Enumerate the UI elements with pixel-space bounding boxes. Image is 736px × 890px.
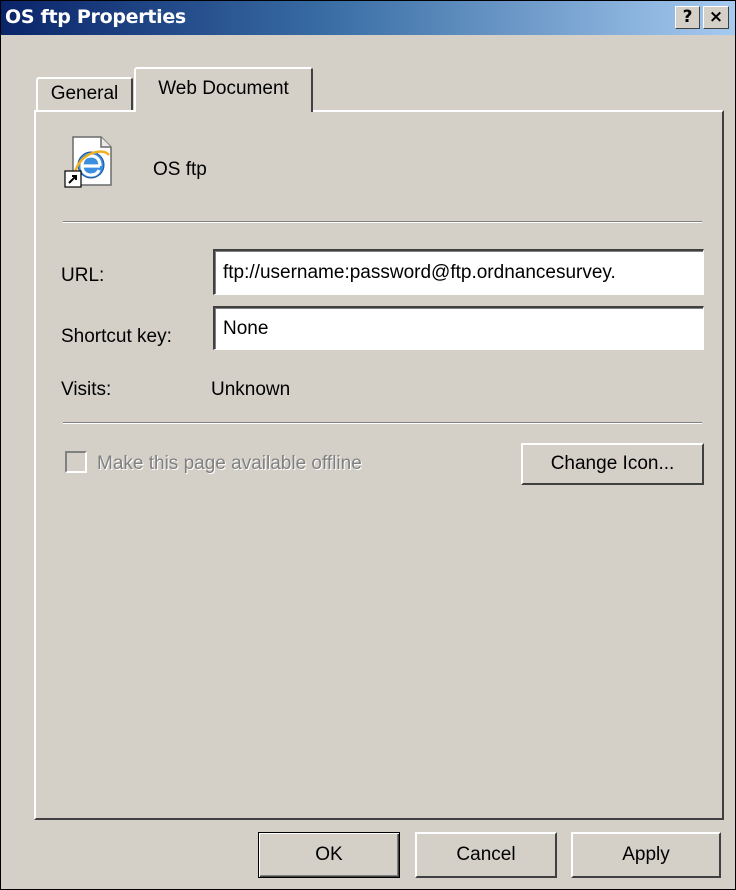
tab-general[interactable]: General (36, 77, 133, 111)
title-bar[interactable]: OS ftp Properties ? × (1, 1, 735, 35)
separator (63, 221, 702, 223)
visits-value: Unknown (211, 379, 291, 400)
offline-checkbox[interactable] (65, 451, 87, 473)
tab-web-document[interactable]: Web Document (134, 67, 313, 112)
url-label: URL: (61, 265, 105, 286)
offline-label: Make this page available offline (97, 453, 362, 474)
shortcut-key-label: Shortcut key: (61, 326, 172, 347)
separator (63, 422, 702, 424)
cancel-button[interactable]: Cancel (415, 832, 557, 878)
apply-button[interactable]: Apply (571, 832, 721, 878)
close-button[interactable]: × (703, 6, 729, 29)
change-icon-button[interactable]: Change Icon... (521, 443, 704, 485)
properties-dialog: OS ftp Properties ? × General Web Docume… (0, 0, 736, 890)
ok-button[interactable]: OK (258, 832, 400, 878)
window-title: OS ftp Properties (5, 6, 186, 28)
url-input[interactable] (213, 249, 704, 295)
visits-label: Visits: (61, 379, 112, 400)
shortcut-key-input[interactable] (213, 306, 704, 350)
help-button[interactable]: ? (675, 6, 700, 29)
internet-shortcut-icon (63, 133, 119, 189)
document-name: OS ftp (153, 159, 207, 180)
